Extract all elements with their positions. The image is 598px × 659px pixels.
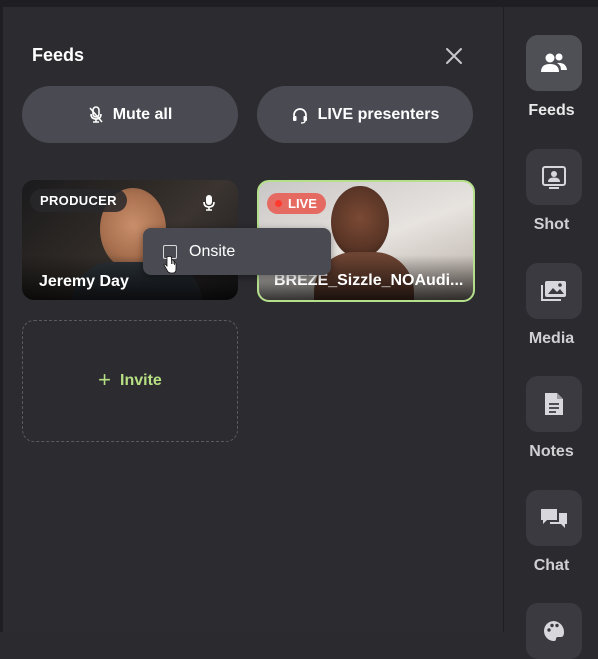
rail-button-shot[interactable]: [526, 149, 582, 205]
live-presenters-button[interactable]: LIVE presenters: [257, 86, 473, 143]
right-rail: Feeds Shot Media Notes Chat: [503, 7, 598, 659]
rail-button-feeds[interactable]: [526, 35, 582, 91]
producer-badge: PRODUCER: [30, 189, 127, 212]
mute-all-button[interactable]: Mute all: [22, 86, 238, 143]
rail-item-chat[interactable]: Chat: [504, 490, 598, 590]
headset-icon: [292, 107, 307, 124]
live-dot: [275, 200, 282, 207]
mute-all-label: Mute all: [112, 105, 173, 123]
live-badge: LIVE: [267, 193, 326, 214]
palette-icon: [544, 621, 565, 641]
rail-label-feeds: Feeds: [528, 102, 575, 119]
mic-icon[interactable]: [202, 194, 216, 217]
rail-button-media[interactable]: [526, 263, 582, 319]
mic-off-icon: [89, 105, 103, 123]
rail-label-shot: Shot: [533, 216, 570, 233]
rail-label-media: Media: [528, 330, 575, 347]
top-bar: [0, 0, 598, 7]
rail-button-notes[interactable]: [526, 376, 582, 432]
feed-name: Jeremy Day: [39, 273, 129, 290]
close-icon[interactable]: [443, 45, 465, 67]
rail-item-media[interactable]: Media: [504, 263, 598, 363]
notes-icon: [545, 393, 563, 415]
rail-label-chat: Chat: [533, 557, 570, 574]
shot-icon: [542, 166, 566, 189]
live-badge-label: LIVE: [288, 196, 317, 211]
rail-button-chat[interactable]: [526, 490, 582, 546]
rail-item-shot[interactable]: Shot: [504, 149, 598, 249]
rail-button-palette[interactable]: [526, 603, 582, 659]
users-icon: [541, 53, 567, 72]
invite-label: Invite: [120, 372, 162, 389]
hand-cursor-icon: [163, 256, 177, 279]
plus-icon: +: [98, 367, 112, 392]
media-icon: [541, 281, 566, 301]
rail-label-notes: Notes: [529, 443, 574, 460]
rail-item-feeds[interactable]: Feeds: [504, 35, 598, 135]
rail-item-palette[interactable]: [504, 603, 598, 659]
onsite-label: Onsite: [189, 242, 236, 260]
invite-button[interactable]: + Invite: [22, 320, 238, 442]
live-presenters-label: LIVE presenters: [317, 105, 440, 123]
panel-title: Feeds: [32, 45, 85, 65]
video-subject: [331, 186, 389, 258]
chat-icon: [541, 509, 567, 528]
feeds-panel: Feeds Mute all LIVE presenters PRODUCER: [3, 7, 503, 632]
rail-item-notes[interactable]: Notes: [504, 376, 598, 476]
